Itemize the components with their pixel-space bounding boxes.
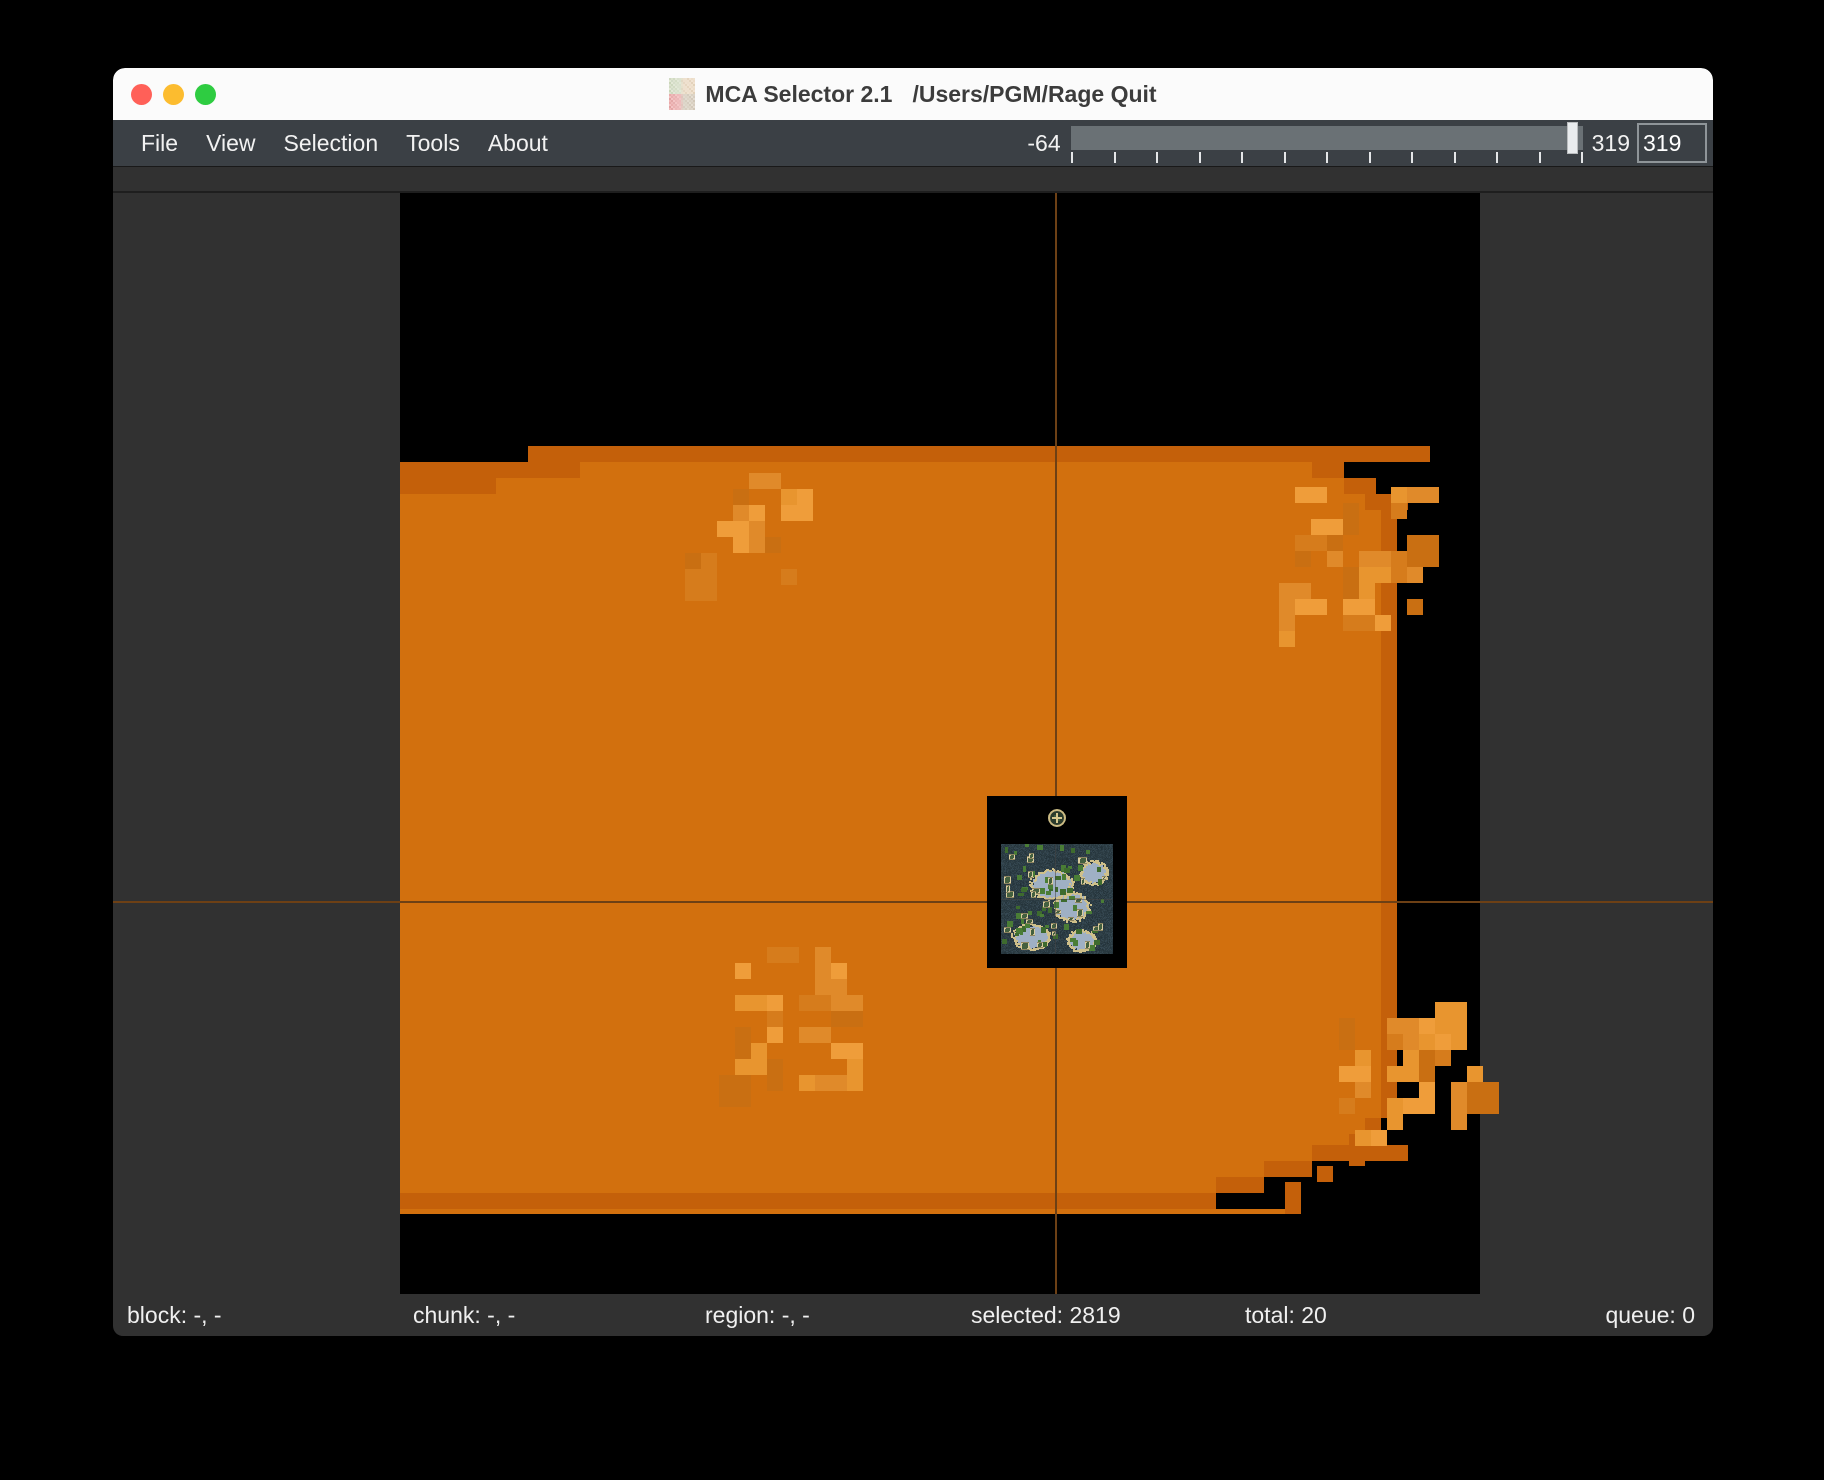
- chunk-selection-overlay[interactable]: [113, 166, 1713, 1294]
- slider-tick: [1538, 152, 1541, 163]
- slider-tick: [1368, 152, 1371, 163]
- status-selected: selected: 2819: [971, 1301, 1121, 1328]
- menu-item-tools[interactable]: Tools: [392, 127, 474, 160]
- slider-track[interactable]: [1070, 126, 1583, 150]
- menu-item-file[interactable]: File: [127, 127, 192, 160]
- slider-tick: [1113, 152, 1116, 163]
- status-total: total: 20: [1245, 1301, 1327, 1328]
- screen: MCA Selector 2.1 /Users/PGM/Rage Quit Fi…: [0, 0, 1824, 1480]
- viewport-edge-line: [113, 166, 1713, 167]
- slider-tick: [1453, 152, 1456, 163]
- slider-tick: [1495, 152, 1498, 163]
- close-button[interactable]: [131, 83, 152, 105]
- status-bar: block: -, - chunk: -, - region: -, - sel…: [113, 1294, 1713, 1336]
- viewport-top-divider: [113, 191, 1713, 193]
- slider-tick: [1325, 152, 1328, 163]
- region-grid-vertical: [1055, 193, 1057, 1294]
- height-slider-group: -64 319: [1027, 120, 1707, 166]
- slider-tick: [1580, 152, 1583, 163]
- status-queue: queue: 0: [1605, 1301, 1695, 1328]
- menu-item-about[interactable]: About: [474, 127, 562, 160]
- slider-tick: [1155, 152, 1158, 163]
- slider-tick: [1410, 152, 1413, 163]
- viewport-top-strip-2: [400, 167, 1480, 191]
- menu-item-view[interactable]: View: [192, 127, 269, 160]
- window-title: MCA Selector 2.1: [705, 80, 893, 107]
- slider-tick: [1283, 152, 1286, 163]
- status-chunk: chunk: -, -: [413, 1301, 516, 1328]
- status-region: region: -, -: [705, 1301, 810, 1328]
- height-slider[interactable]: [1070, 120, 1583, 166]
- height-min-label: -64: [1027, 129, 1061, 156]
- title-bar: MCA Selector 2.1 /Users/PGM/Rage Quit: [113, 68, 1713, 120]
- height-value-input[interactable]: [1637, 123, 1707, 163]
- window-path: /Users/PGM/Rage Quit: [912, 80, 1157, 107]
- mca-selector-icon: [669, 78, 696, 110]
- maximize-button[interactable]: [195, 83, 216, 105]
- slider-tick: [1070, 152, 1073, 163]
- window-controls: [131, 68, 216, 120]
- slider-thumb[interactable]: [1566, 122, 1578, 154]
- menu-bar: File View Selection Tools About -64 319: [113, 120, 1713, 166]
- minimize-button[interactable]: [163, 83, 184, 105]
- map-viewport[interactable]: [113, 166, 1713, 1294]
- region-map-render[interactable]: [987, 796, 1127, 968]
- title-group: MCA Selector 2.1 /Users/PGM/Rage Quit: [113, 68, 1713, 120]
- slider-tick: [1198, 152, 1201, 163]
- slider-tick: [1240, 152, 1243, 163]
- slider-tick-marks: [1070, 152, 1583, 164]
- status-block: block: -, -: [127, 1301, 222, 1328]
- application-window: MCA Selector 2.1 /Users/PGM/Rage Quit Fi…: [113, 68, 1713, 1336]
- region-grid-horizontal: [113, 901, 1713, 903]
- height-max-label: 319: [1591, 129, 1630, 156]
- menu-item-list: File View Selection Tools About: [113, 127, 562, 160]
- menu-item-selection[interactable]: Selection: [270, 127, 393, 160]
